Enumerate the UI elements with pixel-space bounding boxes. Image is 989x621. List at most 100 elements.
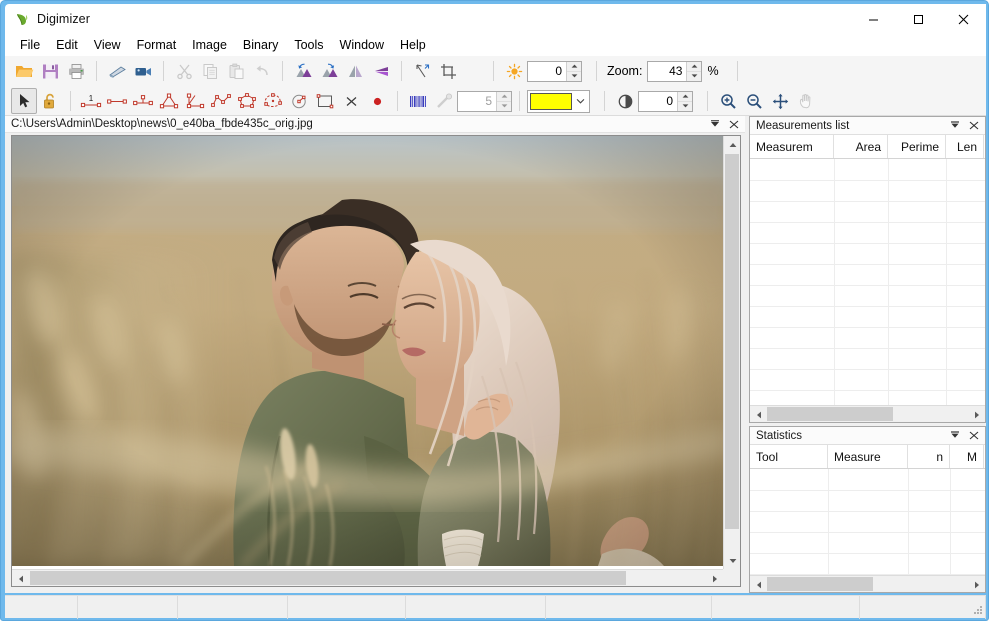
spline-area-icon[interactable] — [260, 88, 286, 114]
brightness-input[interactable] — [528, 61, 566, 81]
panel-close-icon[interactable] — [966, 428, 982, 443]
polyline-icon[interactable] — [208, 88, 234, 114]
print-icon[interactable] — [63, 58, 89, 84]
brightness-spin-arrows[interactable] — [566, 61, 581, 81]
chevron-down-icon[interactable] — [572, 98, 589, 104]
zoom-out-icon[interactable] — [741, 88, 767, 114]
panel-menu-icon[interactable] — [947, 118, 963, 133]
angle-icon[interactable] — [156, 88, 182, 114]
scroll-right-icon[interactable] — [706, 570, 723, 586]
menu-view[interactable]: View — [86, 35, 129, 55]
spin-up-icon[interactable] — [567, 62, 581, 72]
hand-drag-icon[interactable] — [793, 88, 819, 114]
measurements-grid-header[interactable]: Measurem Area Perime Len — [750, 135, 985, 159]
wand-tolerance-input[interactable] — [458, 91, 496, 111]
distance-icon[interactable] — [104, 88, 130, 114]
zoom-spin-arrows[interactable] — [686, 61, 702, 81]
angle-perpendicular-icon[interactable] — [182, 88, 208, 114]
image-canvas[interactable] — [11, 135, 741, 587]
column-header-tool[interactable]: Tool — [750, 445, 828, 468]
unlock-icon[interactable] — [37, 88, 63, 114]
scanner-icon[interactable] — [104, 58, 130, 84]
undo-icon[interactable] — [249, 58, 275, 84]
magic-wand-icon[interactable] — [431, 88, 457, 114]
circle-icon[interactable] — [286, 88, 312, 114]
scroll-up-icon[interactable] — [724, 136, 740, 153]
rectangle-icon[interactable] — [312, 88, 338, 114]
column-header-area[interactable]: Area — [834, 135, 888, 158]
scroll-right-icon[interactable] — [968, 576, 985, 593]
cut-icon[interactable] — [171, 58, 197, 84]
spin-up-icon[interactable] — [687, 62, 702, 72]
spin-down-icon[interactable] — [497, 102, 511, 111]
column-header-measure[interactable]: Measure — [828, 445, 908, 468]
menu-image[interactable]: Image — [184, 35, 235, 55]
perpendicular-distance-icon[interactable] — [130, 88, 156, 114]
color-swatch[interactable] — [530, 92, 572, 110]
cross-point-icon[interactable] — [338, 88, 364, 114]
crop-icon[interactable] — [435, 58, 461, 84]
maximize-button[interactable] — [896, 4, 941, 34]
rotate-left-icon[interactable] — [290, 58, 316, 84]
pan-move-icon[interactable] — [767, 88, 793, 114]
column-header-perimeter[interactable]: Perime — [888, 135, 946, 158]
flip-vertical-icon[interactable] — [342, 58, 368, 84]
flip-horizontal-icon[interactable] — [368, 58, 394, 84]
menu-window[interactable]: Window — [332, 35, 392, 55]
scroll-right-icon[interactable] — [968, 406, 985, 423]
copy-icon[interactable] — [197, 58, 223, 84]
resize-grip-icon[interactable] — [971, 603, 983, 615]
rotate-right-icon[interactable] — [316, 58, 342, 84]
measurements-scroll-thumb[interactable] — [767, 407, 893, 421]
panel-menu-icon[interactable] — [947, 428, 963, 443]
measurements-grid-body[interactable] — [750, 159, 985, 405]
statistics-grid-body[interactable] — [750, 469, 985, 575]
horizontal-scroll-thumb[interactable] — [30, 571, 626, 585]
zoom-spinner[interactable] — [647, 60, 703, 82]
scroll-left-icon[interactable] — [750, 576, 767, 593]
menu-binary[interactable]: Binary — [235, 35, 286, 55]
camera-icon[interactable] — [130, 58, 156, 84]
spin-down-icon[interactable] — [567, 72, 581, 81]
measurements-horizontal-scrollbar[interactable] — [750, 405, 985, 422]
close-button[interactable] — [941, 4, 986, 34]
vertical-scroll-thumb[interactable] — [725, 154, 739, 529]
scroll-down-icon[interactable] — [724, 552, 740, 569]
brightness-spinner[interactable] — [527, 60, 582, 82]
panel-close-icon[interactable] — [966, 118, 982, 133]
statistics-grid-header[interactable]: Tool Measure n M — [750, 445, 985, 469]
resize-icon[interactable] — [409, 58, 435, 84]
image-vertical-scrollbar[interactable] — [723, 136, 740, 569]
minimize-button[interactable] — [851, 4, 896, 34]
wand-tolerance-spin-arrows[interactable] — [496, 91, 511, 111]
scroll-left-icon[interactable] — [750, 406, 767, 423]
dot-marker-icon[interactable] — [364, 88, 390, 114]
menu-tools[interactable]: Tools — [286, 35, 331, 55]
statistics-horizontal-scrollbar[interactable] — [750, 575, 985, 592]
contrast-spin-arrows[interactable] — [677, 91, 692, 111]
wand-tolerance-spinner[interactable] — [457, 90, 512, 112]
barcode-icon[interactable] — [405, 88, 431, 114]
calibrate-distance-icon[interactable]: 1 — [78, 88, 104, 114]
spin-up-icon[interactable] — [678, 92, 692, 102]
select-arrow-icon[interactable] — [11, 88, 37, 114]
open-icon[interactable] — [11, 58, 37, 84]
column-header-length[interactable]: Len — [946, 135, 984, 158]
menu-help[interactable]: Help — [392, 35, 434, 55]
save-icon[interactable] — [37, 58, 63, 84]
menu-file[interactable]: File — [12, 35, 48, 55]
polygon-icon[interactable] — [234, 88, 260, 114]
zoom-input[interactable] — [648, 61, 687, 81]
column-header-n[interactable]: n — [908, 445, 950, 468]
contrast-spinner[interactable] — [638, 90, 693, 112]
spin-down-icon[interactable] — [678, 102, 692, 111]
menu-format[interactable]: Format — [129, 35, 185, 55]
paste-icon[interactable] — [223, 58, 249, 84]
color-picker[interactable] — [527, 89, 590, 113]
column-header-measurement[interactable]: Measurem — [750, 135, 834, 158]
spin-down-icon[interactable] — [687, 72, 701, 81]
statistics-scroll-thumb[interactable] — [767, 577, 873, 591]
menu-edit[interactable]: Edit — [48, 35, 86, 55]
zoom-in-icon[interactable] — [715, 88, 741, 114]
spin-up-icon[interactable] — [497, 92, 511, 102]
